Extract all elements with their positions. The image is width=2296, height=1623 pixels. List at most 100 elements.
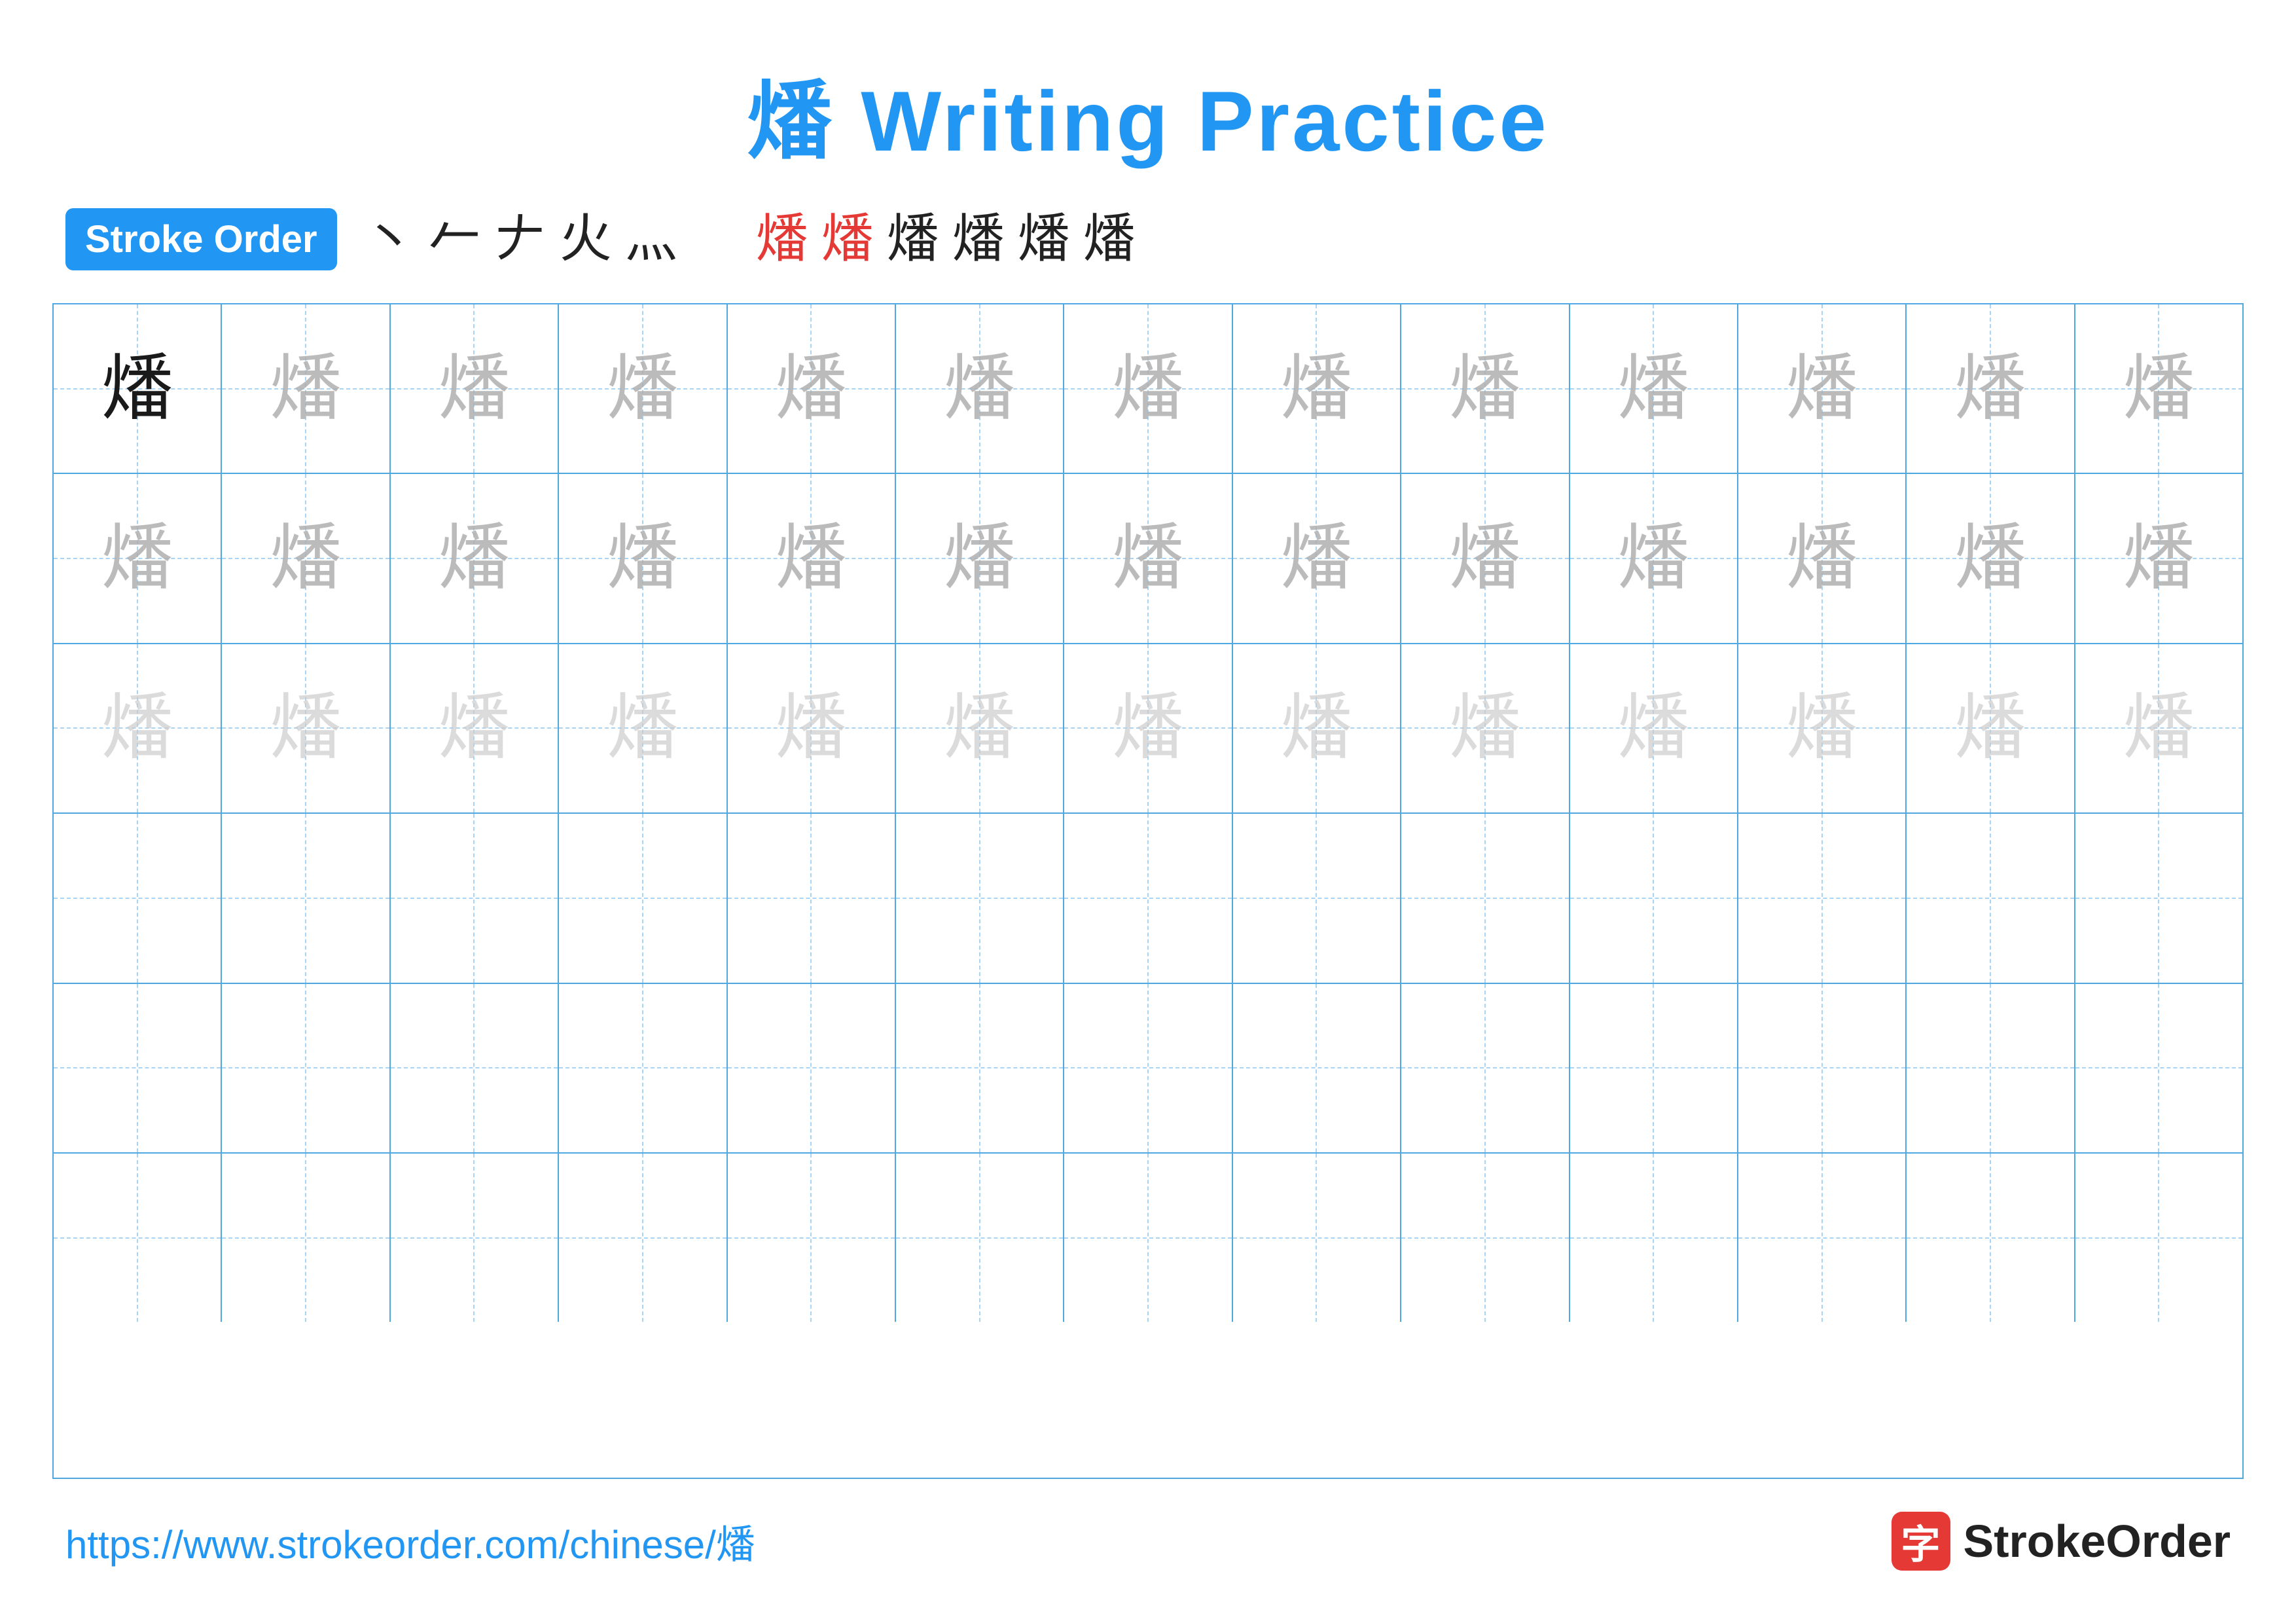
cell-character: 燔 — [1786, 353, 1858, 425]
grid-cell[interactable]: 燔 — [2075, 644, 2242, 812]
grid-cell[interactable] — [1907, 984, 2075, 1152]
cell-character: 燔 — [1617, 692, 1689, 764]
grid-cell[interactable] — [896, 984, 1064, 1152]
grid-cell[interactable] — [1401, 984, 1570, 1152]
grid-cell[interactable] — [391, 1154, 559, 1322]
cell-character: 燔 — [101, 692, 173, 764]
grid-cell[interactable]: 燔 — [1738, 304, 1907, 473]
grid-cell[interactable] — [222, 984, 390, 1152]
grid-cell[interactable] — [1233, 984, 1401, 1152]
stroke-12: 燔 — [821, 213, 874, 266]
grid-cell[interactable]: 燔 — [1907, 474, 2075, 642]
grid-cell[interactable]: 燔 — [2075, 304, 2242, 473]
grid-cell[interactable] — [1233, 1154, 1401, 1322]
grid-cell[interactable] — [391, 984, 559, 1152]
grid-cell[interactable] — [1401, 814, 1570, 982]
grid-cell[interactable]: 燔 — [1738, 474, 1907, 642]
grid-cell[interactable] — [1064, 984, 1232, 1152]
grid-cell[interactable]: 燔 — [54, 644, 222, 812]
cell-character: 燔 — [944, 522, 1016, 594]
grid-cell[interactable]: 燔 — [1233, 644, 1401, 812]
grid-cell[interactable] — [1907, 1154, 2075, 1322]
grid-cell[interactable] — [1570, 814, 1738, 982]
stroke-1: 丶 — [363, 213, 416, 266]
grid-cell[interactable] — [559, 984, 727, 1152]
cell-character: 燔 — [775, 692, 847, 764]
cell-character: 燔 — [1786, 692, 1858, 764]
grid-cell[interactable] — [1907, 814, 2075, 982]
grid-cell[interactable]: 燔 — [1064, 474, 1232, 642]
grid-cell[interactable]: 燔 — [1401, 474, 1570, 642]
grid-cell[interactable] — [222, 814, 390, 982]
grid-cell[interactable] — [728, 984, 896, 1152]
grid-cell[interactable] — [1738, 814, 1907, 982]
grid-cell[interactable] — [1064, 1154, 1232, 1322]
grid-cell[interactable]: 燔 — [1233, 474, 1401, 642]
grid-cell[interactable]: 燔 — [1064, 304, 1232, 473]
grid-cell[interactable]: 燔 — [896, 474, 1064, 642]
logo-text: StrokeOrder — [1964, 1515, 2231, 1567]
cell-character: 燔 — [1954, 692, 2026, 764]
grid-cell[interactable]: 燔 — [1401, 644, 1570, 812]
grid-cell[interactable]: 燔 — [1570, 304, 1738, 473]
cell-character: 燔 — [1112, 522, 1184, 594]
grid-cell[interactable] — [728, 1154, 896, 1322]
grid-cell[interactable] — [1738, 984, 1907, 1152]
grid-cell[interactable]: 燔 — [54, 304, 222, 473]
grid-cell[interactable]: 燔 — [54, 474, 222, 642]
grid-cell[interactable] — [222, 1154, 390, 1322]
grid-cell[interactable] — [2075, 984, 2242, 1152]
grid-cell[interactable]: 燔 — [391, 644, 559, 812]
grid-cell[interactable]: 燔 — [1064, 644, 1232, 812]
grid-cell[interactable] — [896, 814, 1064, 982]
grid-cell[interactable] — [391, 814, 559, 982]
grid-cell[interactable] — [559, 814, 727, 982]
cell-character: 燔 — [1280, 692, 1352, 764]
grid-cell[interactable]: 燔 — [728, 644, 896, 812]
grid-cell[interactable]: 燔 — [896, 644, 1064, 812]
grid-cell[interactable]: 燔 — [896, 304, 1064, 473]
grid-cell[interactable] — [1401, 1154, 1570, 1322]
grid-cell[interactable] — [2075, 814, 2242, 982]
grid-cell[interactable] — [54, 1154, 222, 1322]
grid-cell[interactable]: 燔 — [1233, 304, 1401, 473]
grid-cell[interactable]: 燔 — [391, 474, 559, 642]
grid-row: 燔燔燔燔燔燔燔燔燔燔燔燔燔 — [54, 644, 2242, 814]
grid-cell[interactable] — [728, 814, 896, 982]
cell-character: 燔 — [1280, 353, 1352, 425]
grid-cell[interactable]: 燔 — [559, 644, 727, 812]
grid-cell[interactable]: 燔 — [222, 474, 390, 642]
grid-cell[interactable]: 燔 — [1570, 474, 1738, 642]
grid-cell[interactable]: 燔 — [728, 474, 896, 642]
logo-icon: 字 — [1892, 1512, 1950, 1571]
grid-cell[interactable]: 燔 — [559, 474, 727, 642]
grid-cell[interactable]: 燔 — [222, 304, 390, 473]
grid-cell[interactable]: 燔 — [1738, 644, 1907, 812]
grid-cell[interactable] — [1233, 814, 1401, 982]
grid-cell[interactable]: 燔 — [728, 304, 896, 473]
grid-cell[interactable] — [54, 984, 222, 1152]
grid-cell[interactable]: 燔 — [2075, 474, 2242, 642]
grid-cell[interactable] — [1570, 984, 1738, 1152]
grid-cell[interactable] — [2075, 1154, 2242, 1322]
grid-cell[interactable] — [1570, 1154, 1738, 1322]
cell-character: 燔 — [607, 692, 679, 764]
grid-cell[interactable] — [1064, 814, 1232, 982]
page-title: 燔 Writing Practice — [747, 52, 1549, 175]
stroke-14: 燔 — [952, 213, 1005, 266]
grid-cell[interactable] — [1738, 1154, 1907, 1322]
grid-cell[interactable]: 燔 — [559, 304, 727, 473]
grid-cell[interactable]: 燔 — [1401, 304, 1570, 473]
grid-cell[interactable] — [896, 1154, 1064, 1322]
grid-cell[interactable] — [54, 814, 222, 982]
grid-cell[interactable]: 燔 — [391, 304, 559, 473]
stroke-15: 燔 — [1018, 213, 1070, 266]
page: 燔 Writing Practice Stroke Order 丶 𠂉 𠂇 火 … — [0, 0, 2296, 1623]
grid-cell[interactable] — [559, 1154, 727, 1322]
grid-cell[interactable]: 燔 — [1907, 644, 2075, 812]
grid-cell[interactable]: 燔 — [1907, 304, 2075, 473]
cell-character: 燔 — [607, 522, 679, 594]
grid-cell[interactable]: 燔 — [222, 644, 390, 812]
grid-cell[interactable]: 燔 — [1570, 644, 1738, 812]
cell-character: 燔 — [944, 692, 1016, 764]
